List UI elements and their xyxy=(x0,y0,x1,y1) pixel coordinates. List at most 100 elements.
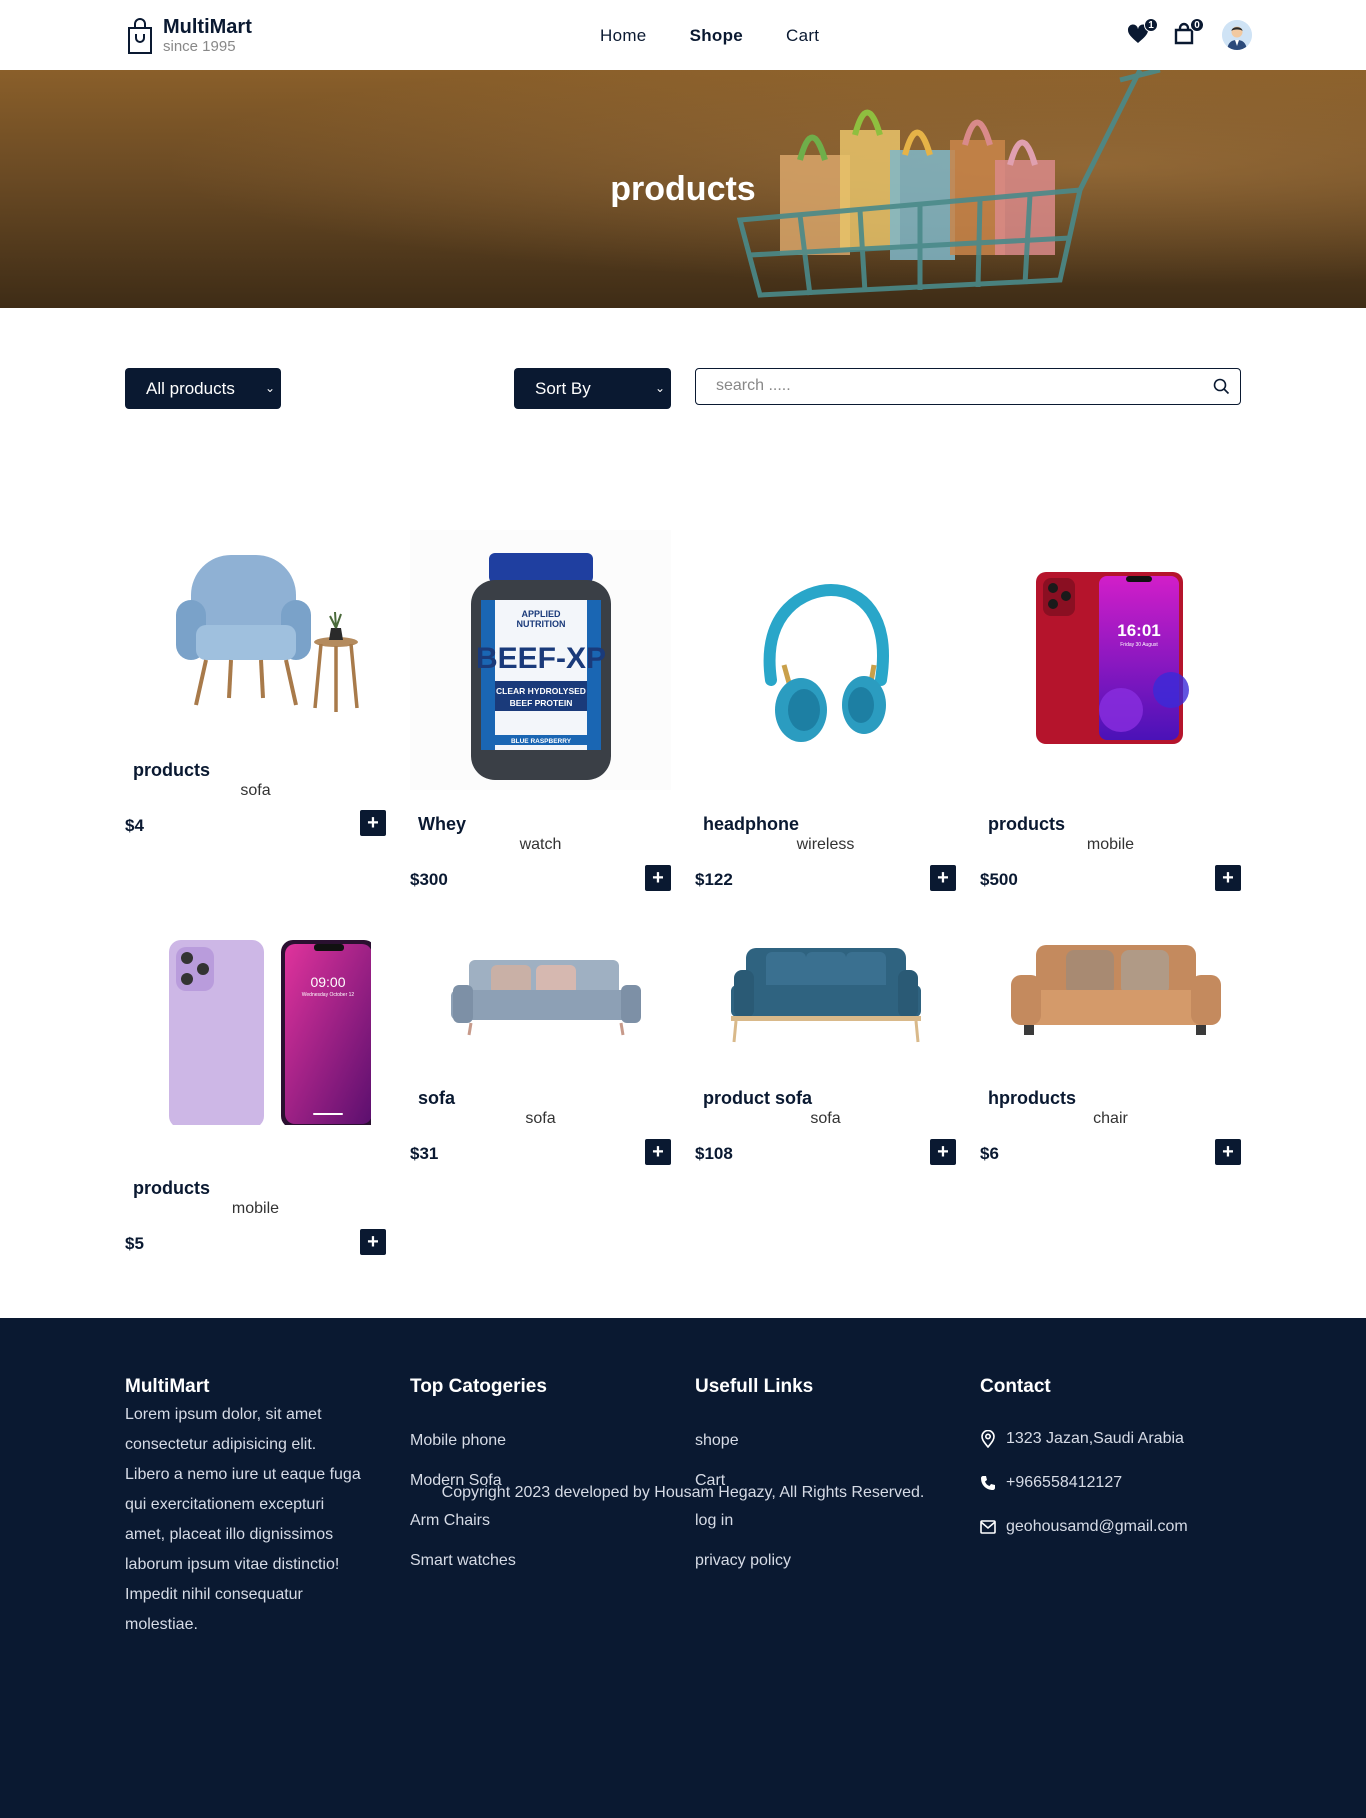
purple-phone-time: 09:00 xyxy=(310,974,345,990)
product-card[interactable]: APPLIED NUTRITION BEEF-XP CLEAR HYDROLYS… xyxy=(410,530,671,895)
headphones-image xyxy=(763,583,889,742)
footer-about: MultiMart Lorem ipsum dolor, sit amet co… xyxy=(125,1376,365,1640)
red-phone-date: Friday 30 August xyxy=(1120,642,1158,648)
footer-copyright: Copyright 2023 developed by Housam Hegaz… xyxy=(441,1484,925,1501)
product-image[interactable]: APPLIED NUTRITION BEEF-XP CLEAR HYDROLYS… xyxy=(410,530,671,790)
red-phone-image: 16:01 Friday 30 August xyxy=(1035,572,1189,744)
footer-link[interactable]: shope xyxy=(695,1430,813,1451)
product-image[interactable] xyxy=(410,920,671,1060)
product-category: chair xyxy=(1093,1110,1128,1127)
add-to-cart-button[interactable]: + xyxy=(360,1229,386,1255)
product-image[interactable] xyxy=(980,920,1241,1060)
footer-category-link[interactable]: Mobile phone xyxy=(410,1430,547,1451)
product-image[interactable]: 16:01 Friday 30 August xyxy=(980,530,1241,790)
product-card[interactable]: sofa sofa $31 + xyxy=(410,920,671,1170)
search-box xyxy=(695,368,1241,405)
header-icons: 1 0 xyxy=(1126,18,1252,50)
category-select-value: All products xyxy=(146,379,235,398)
nav-cart[interactable]: Cart xyxy=(786,26,819,46)
product-price: $122 xyxy=(695,870,733,889)
product-name: hproducts xyxy=(988,1088,1076,1108)
product-category: sofa xyxy=(525,1110,556,1127)
whey-flavor: BLUE RASPBERRY xyxy=(510,738,571,745)
product-price: $31 xyxy=(410,1144,439,1163)
whey-line2: BEEF PROTEIN xyxy=(509,698,572,708)
wishlist-count-badge: 1 xyxy=(1144,18,1158,32)
search-icon[interactable] xyxy=(1213,378,1230,395)
product-price: $5 xyxy=(125,1234,144,1253)
contact-address-text: 1323 Jazan,Saudi Arabia xyxy=(1006,1430,1184,1447)
product-price: $6 xyxy=(980,1144,999,1163)
nav-home[interactable]: Home xyxy=(600,26,647,46)
product-card[interactable]: product sofa sofa $108 + xyxy=(695,920,956,1170)
add-to-cart-button[interactable]: + xyxy=(930,1139,956,1165)
footer-brand: MultiMart xyxy=(125,1376,210,1397)
add-to-cart-button[interactable]: + xyxy=(360,810,386,836)
footer-about-text: Lorem ipsum dolor, sit amet consectetur … xyxy=(125,1406,361,1633)
product-category: watch xyxy=(519,836,562,853)
sort-select-value: Sort By xyxy=(535,379,591,398)
product-card[interactable]: 16:01 Friday 30 August products mobile $… xyxy=(980,530,1241,895)
protein-tub-image: APPLIED NUTRITION BEEF-XP CLEAR HYDROLYS… xyxy=(470,553,611,780)
category-select[interactable]: All products ⌄ xyxy=(125,368,281,409)
product-name: sofa xyxy=(418,1088,456,1108)
footer-link[interactable]: log in xyxy=(695,1510,813,1531)
footer-contact: Contact 1323 Jazan,Saudi Arabia +9665584… xyxy=(980,1376,1188,1562)
sort-select[interactable]: Sort By ⌄ xyxy=(514,368,671,409)
product-card[interactable]: headphone wireless $122 + xyxy=(695,530,956,895)
product-image[interactable] xyxy=(695,920,956,1060)
add-to-cart-button[interactable]: + xyxy=(645,865,671,891)
shopping-bag-logo-icon xyxy=(128,18,152,54)
footer-category-link[interactable]: Smart watches xyxy=(410,1550,547,1571)
armchair-image xyxy=(175,555,359,712)
add-to-cart-button[interactable]: + xyxy=(1215,1139,1241,1165)
footer-links: Usefull Links shope Cart log in privacy … xyxy=(695,1376,813,1590)
product-price: $300 xyxy=(410,870,448,889)
location-pin-icon xyxy=(981,1430,995,1448)
product-image[interactable] xyxy=(695,530,956,790)
chevron-down-icon: ⌄ xyxy=(654,381,665,395)
hero-banner: products xyxy=(0,70,1366,308)
product-name: headphone xyxy=(703,814,800,834)
product-price: $4 xyxy=(125,816,144,835)
footer-link[interactable]: privacy policy xyxy=(695,1550,813,1571)
product-category: sofa xyxy=(240,782,271,799)
product-price: $500 xyxy=(980,870,1018,889)
user-avatar-icon xyxy=(1222,20,1252,50)
contact-email-text: geohousamd@gmail.com xyxy=(1006,1518,1188,1535)
product-name: products xyxy=(133,1178,211,1198)
wishlist-button[interactable]: 1 xyxy=(1126,18,1158,48)
main-nav: Home Shope Cart xyxy=(600,26,819,46)
contact-address: 1323 Jazan,Saudi Arabia xyxy=(980,1430,1188,1448)
product-card[interactable]: hproducts chair $6 + xyxy=(980,920,1241,1170)
product-category: mobile xyxy=(231,1200,280,1217)
footer-categories-title: Top Catogeries xyxy=(410,1376,547,1397)
product-image[interactable] xyxy=(125,530,386,730)
add-to-cart-button[interactable]: + xyxy=(645,1139,671,1165)
user-avatar[interactable] xyxy=(1222,20,1252,50)
purple-phone-date: Wednesday October 12 xyxy=(301,992,354,998)
brand-logo[interactable]: MultiMart since 1995 xyxy=(125,16,252,56)
product-image[interactable]: 09:00 Wednesday October 12 xyxy=(125,920,386,1130)
hero-title: products xyxy=(610,170,756,208)
product-name: products xyxy=(133,760,211,780)
product-card[interactable]: 09:00 Wednesday October 12 products mobi… xyxy=(125,920,386,1260)
blue-sofa-image xyxy=(730,948,921,1043)
search-input[interactable] xyxy=(716,369,1196,402)
add-to-cart-button[interactable]: + xyxy=(930,865,956,891)
footer-contact-title: Contact xyxy=(980,1376,1051,1397)
product-name: product sofa xyxy=(703,1088,813,1108)
product-card[interactable]: products sofa $4 + xyxy=(125,530,386,840)
footer-links-title: Usefull Links xyxy=(695,1376,814,1397)
footer-category-link[interactable]: Arm Chairs xyxy=(410,1510,547,1531)
product-category: wireless xyxy=(796,836,855,853)
add-to-cart-button[interactable]: + xyxy=(1215,865,1241,891)
product-name: products xyxy=(988,814,1066,834)
contact-email[interactable]: geohousamd@gmail.com xyxy=(980,1518,1188,1536)
cart-button[interactable]: 0 xyxy=(1172,18,1204,48)
product-price: $108 xyxy=(695,1144,733,1163)
nav-shop[interactable]: Shope xyxy=(690,26,743,46)
site-footer: MultiMart Lorem ipsum dolor, sit amet co… xyxy=(0,1318,1366,1818)
site-header: MultiMart since 1995 Home Shope Cart 1 0 xyxy=(0,0,1366,70)
purple-phone-image: 09:00 Wednesday October 12 xyxy=(168,940,371,1125)
